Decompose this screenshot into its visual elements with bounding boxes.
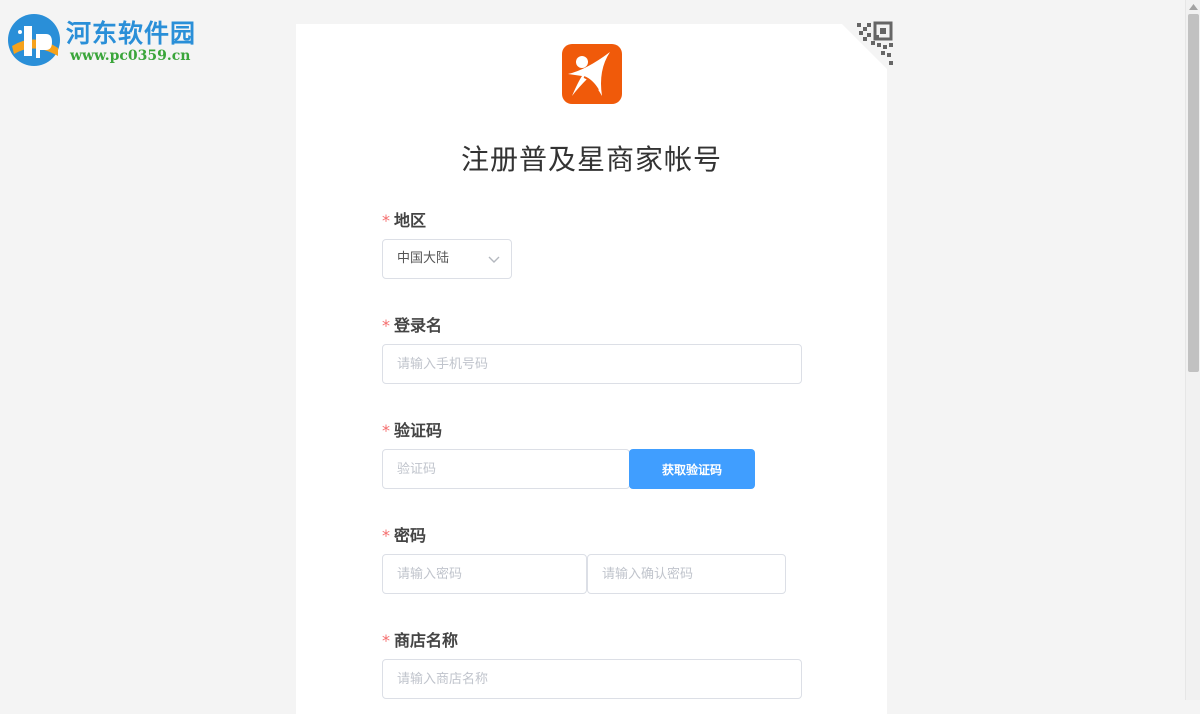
password-label-text: 密码 (394, 526, 427, 545)
required-mark: * (382, 526, 390, 545)
shop-name-input[interactable] (382, 659, 802, 699)
scrollbar-thumb[interactable] (1188, 14, 1199, 372)
get-verify-code-button[interactable]: 获取验证码 (629, 449, 755, 489)
watermark-logo-icon (8, 14, 60, 66)
password-input[interactable] (382, 554, 587, 594)
region-label: * 地区 (382, 207, 426, 231)
watermark-url: www.pc0359.cn (70, 48, 191, 64)
page-title: 注册普及星商家帐号 (460, 143, 722, 176)
verify-code-label-text: 验证码 (394, 421, 443, 440)
region-select[interactable]: 中国大陆 (382, 239, 512, 279)
verify-code-label: * 验证码 (382, 417, 442, 441)
page-scrollbar[interactable] (1185, 0, 1200, 700)
qr-code-icon[interactable] (837, 19, 897, 79)
login-name-label-text: 登录名 (394, 316, 443, 335)
password-label: * 密码 (382, 522, 426, 546)
shop-name-label-text: 商店名称 (394, 631, 459, 650)
required-mark: * (382, 316, 390, 335)
puji-star-logo-icon (562, 44, 622, 104)
region-selected-value: 中国大陆 (397, 251, 450, 266)
login-name-label: * 登录名 (382, 312, 442, 336)
login-name-input[interactable] (382, 344, 802, 384)
required-mark: * (382, 421, 390, 440)
site-watermark: 河东软件园 www.pc0359.cn (4, 8, 204, 68)
confirm-password-input[interactable] (587, 554, 786, 594)
region-label-text: 地区 (394, 211, 427, 230)
shop-name-label: * 商店名称 (382, 627, 458, 651)
chevron-down-icon (488, 256, 500, 263)
watermark-title: 河东软件园 (66, 19, 197, 48)
verify-code-input[interactable] (382, 449, 630, 489)
required-mark: * (382, 631, 390, 650)
scroll-up-arrow-icon[interactable] (1189, 4, 1198, 10)
register-card: 注册普及星商家帐号 *地区 中国大陆 *登录名 *验证码 获取验证码 *密码 *… (296, 19, 897, 714)
required-mark: * (382, 211, 390, 230)
